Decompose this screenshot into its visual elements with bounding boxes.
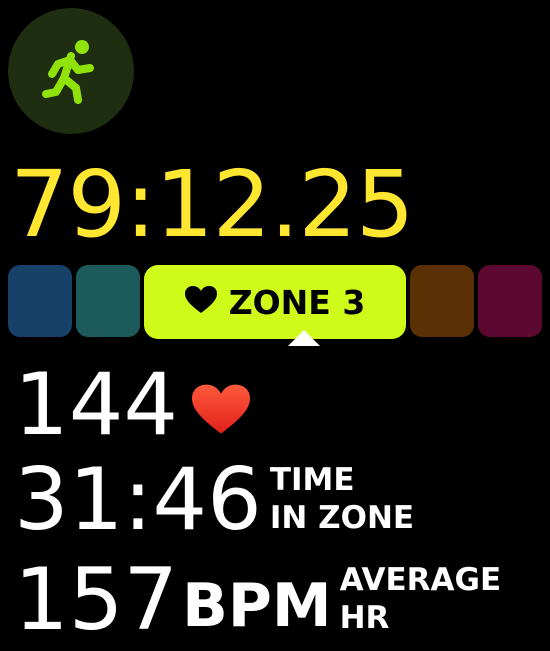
average-hr-caption-line1: AVERAGE — [339, 562, 502, 598]
average-hr-caption: AVERAGE HR — [340, 561, 510, 637]
zone-pointer-icon — [288, 330, 320, 346]
average-hr-value: 157 — [14, 550, 179, 650]
zone-label: ZONE 3 — [228, 282, 366, 322]
time-in-zone-caption-line2: IN ZONE — [269, 500, 415, 536]
heart-icon — [192, 384, 251, 440]
zone-1-segment — [8, 265, 72, 337]
elapsed-time: 79:12.25 — [10, 151, 414, 258]
zone-3-active-segment: ZONE 3 — [144, 265, 406, 339]
heart-rate-row: 144 — [14, 355, 251, 455]
zone-5-segment — [478, 265, 542, 337]
time-in-zone-caption-line1: TIME — [269, 462, 355, 498]
average-hr-caption-line2: HR — [339, 600, 390, 636]
zone-heart-icon — [184, 283, 217, 322]
workout-type-badge[interactable] — [8, 8, 134, 134]
heart-rate-value: 144 — [14, 355, 179, 455]
zone-2-segment — [76, 265, 140, 337]
average-hr-unit: BPM — [182, 571, 332, 641]
heart-rate-zone-bar: ZONE 3 — [8, 265, 542, 341]
average-hr-row: 157 BPM AVERAGE HR — [14, 555, 510, 651]
zone-4-segment — [410, 265, 474, 337]
time-in-zone-row: 31:46 TIME IN ZONE — [14, 455, 440, 545]
running-figure-icon — [42, 40, 94, 104]
time-in-zone-value: 31:46 — [14, 450, 262, 550]
time-in-zone-caption: TIME IN ZONE — [270, 461, 440, 537]
